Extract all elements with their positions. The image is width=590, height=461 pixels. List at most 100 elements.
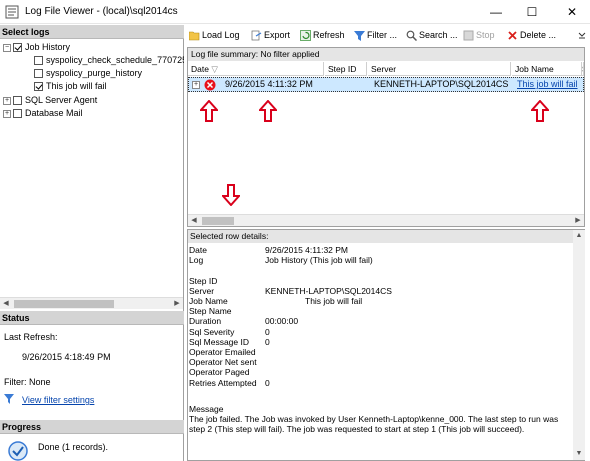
load-log-label: Load Log <box>202 30 240 40</box>
detail-value: 0 <box>265 336 270 347</box>
tree-item-database-mail[interactable]: + Database Mail <box>3 107 83 120</box>
toolbar: Load Log Export Refresh Filter ... Searc… <box>187 26 590 44</box>
column-header-overflow: S <box>582 62 584 76</box>
scrollbar-thumb[interactable] <box>202 217 234 225</box>
detail-value: 0 <box>265 326 270 337</box>
job-history-checkbox[interactable] <box>13 43 22 53</box>
message-line-2: step 2 (This step will fail). The job wa… <box>189 424 525 434</box>
tree-item-syspolicy-check[interactable]: syspolicy_check_schedule_7707258 <box>34 54 184 67</box>
done-check-icon <box>8 441 28 461</box>
minimize-button[interactable]: — <box>478 0 514 24</box>
folder-open-icon <box>189 31 200 41</box>
message-line-1: The job failed. The Job was invoked by U… <box>189 414 559 424</box>
column-header-step-id[interactable]: Step ID <box>325 62 367 76</box>
detail-label: Duration <box>189 316 222 327</box>
tree-item-label: SQL Server Agent <box>25 95 98 105</box>
detail-value: 00:00:00 <box>265 316 299 327</box>
export-label: Export <box>264 30 291 40</box>
stop-label: Stop <box>476 30 495 40</box>
delete-icon <box>508 31 517 40</box>
filter-label: Filter ... <box>367 30 398 40</box>
detail-label: Step ID <box>189 275 218 286</box>
row-step-id <box>329 78 367 91</box>
toolbar-overflow-icon[interactable] <box>578 31 586 39</box>
stop-button[interactable]: Stop <box>463 27 495 43</box>
row-job-name[interactable]: This job will fail <box>517 78 583 91</box>
last-refresh-label: Last Refresh: <box>4 332 58 342</box>
row-expand-icon[interactable]: + <box>192 81 200 89</box>
export-button[interactable]: Export <box>251 27 290 43</box>
column-header-server[interactable]: Server <box>368 62 511 76</box>
collapse-icon[interactable]: − <box>3 43 11 52</box>
scrollbar-thumb[interactable] <box>14 300 114 308</box>
progress-header: Progress <box>0 420 184 434</box>
sql-agent-checkbox[interactable] <box>13 96 22 106</box>
tree-item-label: Job History <box>25 42 71 52</box>
log-summary: Log file summary: No filter applied <box>188 48 584 61</box>
tree-item-syspolicy-purge[interactable]: syspolicy_purge_history <box>34 67 142 80</box>
tree-item-label: syspolicy_purge_history <box>46 68 143 78</box>
expand-icon[interactable]: + <box>3 96 11 105</box>
scroll-left-icon[interactable]: ◀ <box>0 298 12 310</box>
search-icon <box>406 30 417 42</box>
scroll-right-icon[interactable]: ▶ <box>171 298 183 310</box>
filter-icon <box>354 31 365 42</box>
scroll-down-icon[interactable]: ▼ <box>573 448 585 460</box>
sort-icon: ▽ <box>211 64 218 74</box>
annotation-arrow-up-icon <box>531 100 549 122</box>
view-filter-settings-link[interactable]: View filter settings <box>22 395 94 405</box>
left-panel: Select logs − Job History syspolicy_check… <box>0 25 184 461</box>
tree-horizontal-scrollbar[interactable]: ◀ ▶ <box>0 297 183 309</box>
progress-text: Done (1 records). <box>38 442 109 452</box>
stop-icon <box>463 30 474 41</box>
detail-value: 0 <box>265 377 270 388</box>
tree-item-this-job-will-fail[interactable]: This job will fail <box>34 80 107 93</box>
detail-label: Date <box>189 245 207 255</box>
search-button[interactable]: Search ... <box>406 27 458 43</box>
row-date: 9/26/2015 4:11:32 PM <box>225 79 313 89</box>
column-label: Date <box>191 64 209 74</box>
filter-button[interactable]: Filter ... <box>354 27 397 43</box>
detail-label: Operator Emailed <box>189 347 256 357</box>
details-header: Selected row details: <box>188 230 584 243</box>
syspolicy-check-checkbox[interactable] <box>34 56 43 66</box>
grid-horizontal-scrollbar[interactable]: ◀ ▶ <box>188 214 584 226</box>
detail-label: Step Name <box>189 306 232 317</box>
refresh-button[interactable]: Refresh <box>300 27 345 43</box>
expand-icon[interactable]: + <box>3 109 11 118</box>
select-logs-header: Select logs <box>0 25 184 39</box>
database-mail-checkbox[interactable] <box>13 109 22 119</box>
export-icon <box>251 30 262 41</box>
error-icon <box>204 79 216 91</box>
detail-label: Sql Severity <box>189 326 235 337</box>
tree-item-sql-server-agent[interactable]: + SQL Server Agent <box>3 94 97 107</box>
detail-label: Sql Message ID <box>189 336 249 347</box>
delete-button[interactable]: Delete ... <box>507 27 556 43</box>
load-log-button[interactable]: Load Log <box>189 27 240 43</box>
scroll-right-icon[interactable]: ▶ <box>572 215 584 227</box>
column-header-job-name[interactable]: Job Name <box>512 62 582 76</box>
detail-value: 9/26/2015 4:11:32 PM <box>265 245 349 255</box>
detail-value: Job History (This job will fail) <box>265 255 373 266</box>
table-row[interactable]: + 9/26/2015 4:11:32 PM KENNETH-LAPTOP\SQ… <box>188 77 584 92</box>
tree-item-label: syspolicy_check_schedule_7707258 <box>46 55 184 65</box>
log-viewer-app-icon <box>5 5 19 19</box>
detail-label: Server <box>189 285 215 296</box>
refresh-label: Refresh <box>313 30 345 40</box>
close-button[interactable]: ✕ <box>554 0 590 24</box>
this-job-checkbox[interactable] <box>34 82 43 92</box>
window-title: Log File Viewer - (local)\sql2014cs <box>25 6 178 17</box>
maximize-button[interactable]: ☐ <box>514 0 550 24</box>
tree-item-label: Database Mail <box>25 108 83 118</box>
details-vertical-scrollbar[interactable]: ▲ ▼ <box>573 230 585 460</box>
row-server: KENNETH-LAPTOP\SQL2014CS <box>374 79 509 89</box>
last-refresh-value: 9/26/2015 4:18:49 PM <box>22 352 111 362</box>
detail-label: Retries Attempted <box>189 377 257 388</box>
scroll-up-icon[interactable]: ▲ <box>573 230 585 242</box>
column-header-date[interactable]: Date ▽ <box>188 62 324 76</box>
scroll-left-icon[interactable]: ◀ <box>188 215 200 227</box>
syspolicy-purge-checkbox[interactable] <box>34 69 43 79</box>
tree-item-job-history[interactable]: − Job History <box>3 41 70 54</box>
message-label: Message <box>189 404 224 414</box>
tree-item-label: This job will fail <box>46 81 107 91</box>
